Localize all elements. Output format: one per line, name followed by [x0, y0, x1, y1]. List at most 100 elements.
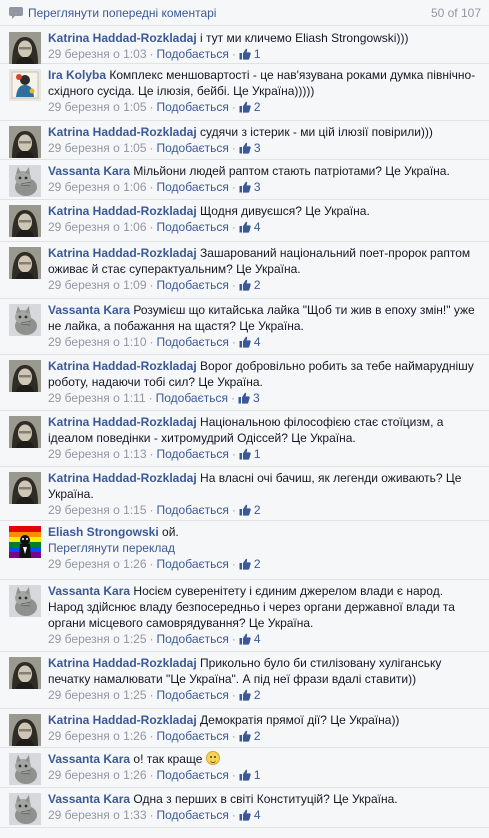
like-count[interactable]: 2: [239, 687, 261, 703]
comment-author-link[interactable]: Vassanta Kara: [48, 792, 130, 806]
comment-timestamp[interactable]: 29 березня о 1:25: [48, 631, 147, 647]
comment-author-link[interactable]: Eliash Strongowski: [48, 525, 159, 539]
comment-author-link[interactable]: Katrina Haddad-Rozkladaj: [48, 656, 197, 670]
comment-author-link[interactable]: Vassanta Kara: [48, 164, 130, 178]
like-button[interactable]: Подобається: [157, 99, 229, 115]
comments-panel: Переглянути попередні коментарі 50 of 10…: [0, 0, 489, 838]
comment-timestamp[interactable]: 29 березня о 1:05: [48, 140, 147, 156]
comment-author-link[interactable]: Katrina Haddad-Rozkladaj: [48, 204, 197, 218]
like-count[interactable]: 1: [239, 46, 261, 62]
separator-dot: ·: [149, 447, 154, 461]
comment-body: Katrina Haddad-Rozkladaj Національною фі…: [48, 414, 481, 446]
avatar[interactable]: [9, 69, 41, 101]
comment-timestamp[interactable]: 29 березня о 1:15: [48, 502, 147, 518]
view-previous-comments-link[interactable]: Переглянути попередні коментарі: [28, 6, 216, 20]
comment-timestamp[interactable]: 29 березня о 1:26: [48, 556, 147, 572]
separator-dot: ·: [149, 47, 154, 61]
like-button[interactable]: Подобається: [157, 219, 229, 235]
comment-author-link[interactable]: Katrina Haddad-Rozkladaj: [48, 359, 197, 373]
comment-meta: 29 березня о 1:11 · Подобається · 3: [48, 390, 481, 406]
like-count-number: 4: [253, 808, 261, 822]
like-button[interactable]: Подобається: [157, 140, 229, 156]
comment-author-link[interactable]: Katrina Haddad-Rozkladaj: [48, 415, 197, 429]
comment-timestamp[interactable]: 29 березня о 1:25: [48, 687, 147, 703]
comment-timestamp[interactable]: 29 березня о 1:10: [48, 334, 147, 350]
like-button[interactable]: Подобається: [157, 728, 229, 744]
separator-dot: ·: [231, 808, 236, 822]
comment-item: Eliash Strongowski ой. Переглянути перекл…: [0, 521, 489, 580]
like-button[interactable]: Подобається: [157, 631, 229, 647]
separator-dot: ·: [231, 335, 236, 349]
like-count[interactable]: 1: [239, 446, 261, 462]
like-count[interactable]: 4: [239, 807, 261, 823]
like-count[interactable]: 2: [239, 277, 261, 293]
like-count[interactable]: 3: [238, 390, 260, 406]
like-count[interactable]: 2: [239, 728, 261, 744]
comment-timestamp[interactable]: 29 березня о 1:33: [48, 807, 147, 823]
comment-author-link[interactable]: Vassanta Kara: [48, 303, 130, 317]
avatar[interactable]: [9, 526, 41, 558]
comment-timestamp[interactable]: 29 березня о 1:26: [48, 767, 147, 783]
avatar[interactable]: [9, 585, 41, 617]
like-button[interactable]: Подобається: [157, 556, 229, 572]
like-count[interactable]: 4: [239, 631, 261, 647]
like-button[interactable]: Подобається: [157, 334, 229, 350]
comment-author-link[interactable]: Katrina Haddad-Rozkladaj: [48, 713, 197, 727]
like-count[interactable]: 3: [239, 140, 261, 156]
comment-author-link[interactable]: Ira Kolyba: [48, 68, 106, 82]
comment-author-link[interactable]: Vassanta Kara: [48, 584, 130, 598]
comment-timestamp[interactable]: 29 березня о 1:06: [48, 179, 147, 195]
avatar[interactable]: [9, 126, 41, 158]
thumbs-up-icon: [239, 142, 251, 154]
comment-timestamp[interactable]: 29 березня о 1:11: [48, 390, 146, 406]
like-button[interactable]: Подобається: [157, 277, 229, 293]
comment-item: Katrina Haddad-Rozkladaj На власні очі б…: [0, 467, 489, 521]
avatar[interactable]: [9, 360, 41, 392]
comment-author-link[interactable]: Katrina Haddad-Rozkladaj: [48, 246, 197, 260]
avatar[interactable]: [9, 247, 41, 279]
like-button[interactable]: Подобається: [157, 446, 229, 462]
comment-meta: 29 березня о 1:06 · Подобається · 3: [48, 179, 481, 195]
like-button[interactable]: Подобається: [157, 502, 229, 518]
like-button[interactable]: Подобається: [156, 390, 228, 406]
comment-author-link[interactable]: Katrina Haddad-Rozkladaj: [48, 125, 197, 139]
comment-timestamp[interactable]: 29 березня о 1:03: [48, 46, 147, 62]
comment-timestamp[interactable]: 29 березня о 1:09: [48, 277, 147, 293]
separator-dot: ·: [149, 768, 154, 782]
separator-dot: ·: [231, 220, 236, 234]
separator-dot: ·: [149, 278, 154, 292]
like-button[interactable]: Подобається: [157, 687, 229, 703]
like-count[interactable]: 1: [239, 767, 261, 783]
avatar[interactable]: [9, 165, 41, 197]
comment-author-link[interactable]: Katrina Haddad-Rozkladaj: [48, 471, 197, 485]
like-count[interactable]: 2: [239, 99, 261, 115]
like-count[interactable]: 4: [239, 219, 261, 235]
avatar[interactable]: [9, 205, 41, 237]
avatar[interactable]: [9, 304, 41, 336]
like-button[interactable]: Подобається: [157, 807, 229, 823]
comment-author-link[interactable]: Vassanta Kara: [48, 752, 130, 766]
like-count[interactable]: 2: [239, 502, 261, 518]
like-button[interactable]: Подобається: [157, 767, 229, 783]
comment-timestamp[interactable]: 29 березня о 1:06: [48, 219, 147, 235]
avatar[interactable]: [9, 472, 41, 504]
avatar[interactable]: [9, 32, 41, 64]
comment-author-link[interactable]: Katrina Haddad-Rozkladaj: [48, 31, 197, 45]
like-count[interactable]: 4: [239, 334, 261, 350]
like-button[interactable]: Подобається: [157, 46, 229, 62]
like-button[interactable]: Подобається: [157, 179, 229, 195]
avatar[interactable]: [9, 753, 41, 785]
like-count[interactable]: 2: [239, 556, 261, 572]
see-translation-link[interactable]: Переглянути переклад: [48, 540, 481, 556]
separator-dot: ·: [231, 503, 236, 517]
comment-timestamp[interactable]: 29 березня о 1:26: [48, 728, 147, 744]
comment-timestamp[interactable]: 29 березня о 1:05: [48, 99, 147, 115]
avatar[interactable]: [9, 793, 41, 825]
thumbs-up-icon: [239, 730, 251, 742]
comment-timestamp[interactable]: 29 березня о 1:13: [48, 446, 147, 462]
avatar[interactable]: [9, 657, 41, 689]
like-count[interactable]: 3: [239, 179, 261, 195]
avatar[interactable]: [9, 416, 41, 448]
avatar[interactable]: [9, 714, 41, 746]
separator-dot: ·: [148, 391, 153, 405]
